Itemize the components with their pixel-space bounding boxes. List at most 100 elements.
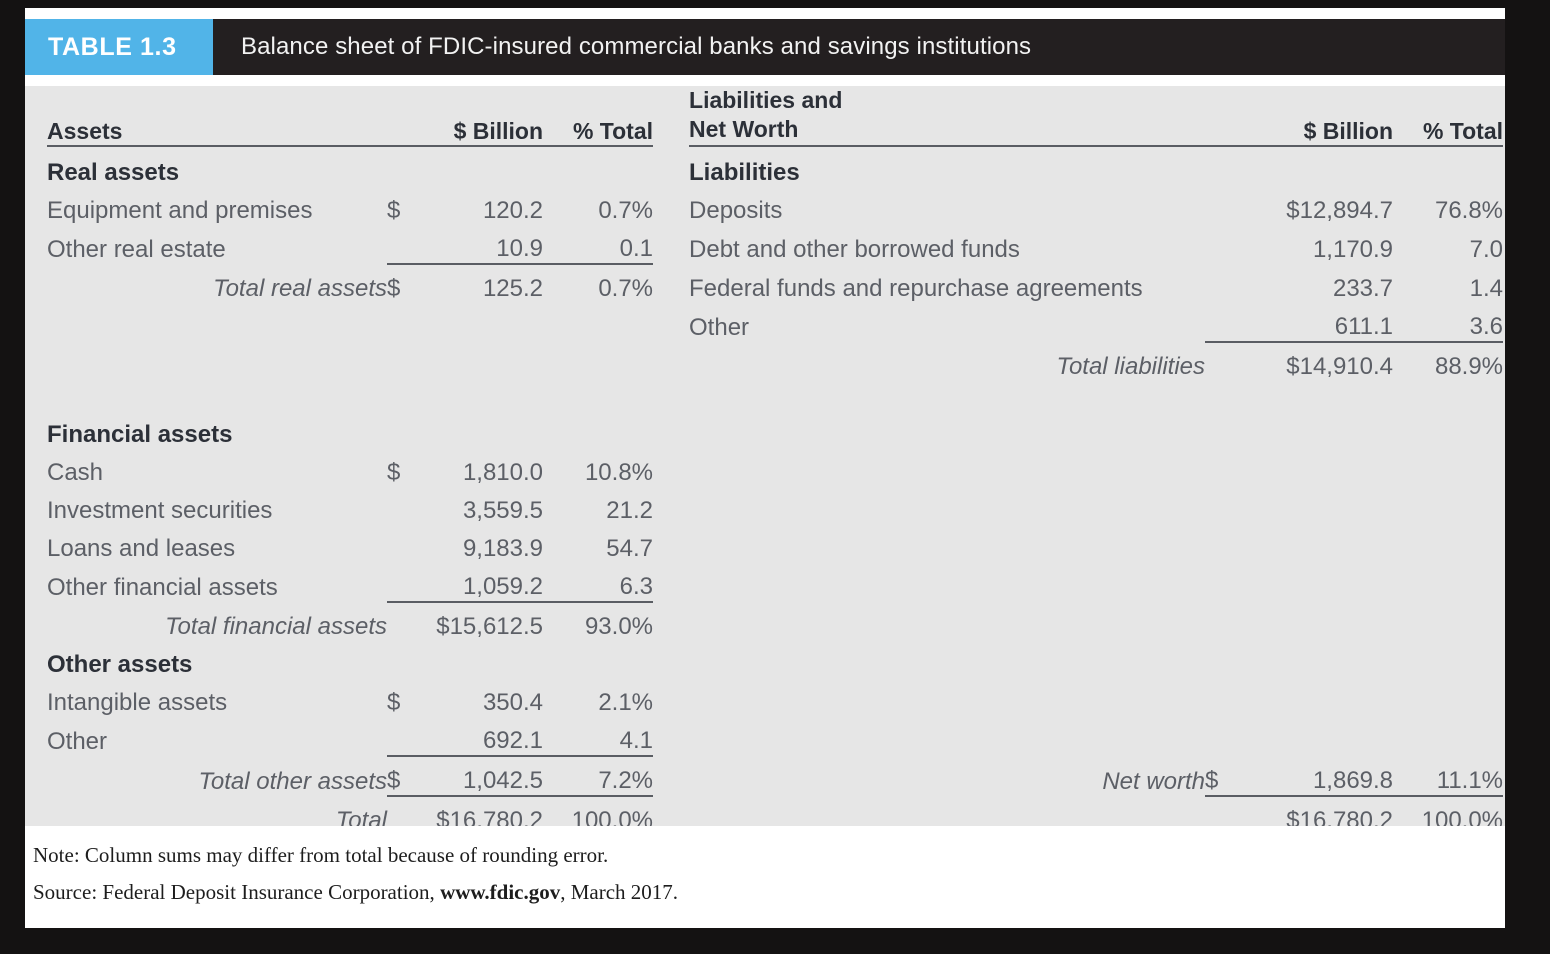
table-row: Loans and leases 9,183.9 54.7: [47, 525, 1503, 563]
empty-cell: [653, 717, 1503, 756]
empty-cell: [1205, 225, 1241, 264]
spacer-row: [47, 381, 1503, 411]
column-gap: [653, 187, 689, 225]
header-gap: [653, 86, 689, 146]
row-label-total-other-assets: Total other assets: [198, 767, 387, 795]
row-value-loans-and-leases: 9,183.9: [462, 534, 544, 562]
row-percent-cash: 10.8%: [584, 458, 654, 486]
row-label-other-assets-item: Other: [47, 727, 108, 755]
section-heading-liabilities: Liabilities: [689, 158, 800, 186]
source-url[interactable]: www.fdic.gov: [440, 880, 560, 904]
row-value-total-liabilities: $14,910.4: [1286, 352, 1394, 380]
row-percent-other-financial-assets: 6.3: [543, 562, 654, 603]
empty-cell: [387, 411, 1503, 449]
table-row: Total real assets $ 125.2 0.7% Federal f…: [47, 264, 1503, 303]
empty-cell: [387, 303, 431, 342]
empty-cell: [1205, 149, 1241, 187]
row-percent-debt-and-other-borrowed-funds: 7.0: [1469, 235, 1504, 263]
row-value-total-real-assets: 125.2: [482, 274, 544, 302]
table-row: Equipment and premises $ 120.2 0.7% Depo…: [47, 187, 1503, 225]
table-row: Other real estate 10.9 0.1 Debt and othe…: [47, 224, 1504, 265]
empty-cell: [653, 602, 1503, 641]
row-value-total-other-assets: 1,042.5: [431, 755, 544, 797]
empty-cell: [47, 303, 387, 342]
table-row: Financial assets: [47, 411, 1503, 449]
row-label-equipment-and-premises: Equipment and premises: [47, 196, 313, 224]
row-value-other-financial-assets: 1,059.2: [431, 562, 544, 603]
row-dollar-other-real-estate: [387, 224, 431, 265]
table-page: TABLE 1.3 Balance sheet of FDIC-insured …: [25, 8, 1505, 928]
outer-frame: TABLE 1.3 Balance sheet of FDIC-insured …: [0, 0, 1550, 954]
column-gap: [653, 264, 689, 303]
empty-cell: [1205, 264, 1241, 303]
table-row: Intangible assets $ 350.4 2.1%: [47, 679, 1503, 717]
empty-cell: [1205, 302, 1242, 343]
empty-cell: [543, 342, 653, 381]
table-row: Total other assets $ 1,042.5 7.2% Net wo…: [47, 755, 1504, 797]
empty-cell: [1393, 149, 1503, 187]
section-heading-real-assets: Real assets: [47, 158, 180, 186]
row-percent-total-liabilities: 88.9%: [1434, 352, 1504, 380]
empty-cell: [431, 303, 543, 342]
row-percent-total-other-assets: 7.2%: [543, 755, 654, 797]
row-value-cash: 1,810.0: [462, 458, 544, 486]
row-label-other-real-estate: Other real estate: [47, 235, 226, 263]
row-dollar-net-worth: $: [1205, 755, 1242, 797]
empty-cell: [653, 487, 1503, 525]
empty-cell: [543, 303, 653, 342]
row-label-loans-and-leases: Loans and leases: [47, 534, 236, 562]
liabilities-percent-header: % Total: [1422, 117, 1504, 144]
row-label-net-worth: Net worth: [1102, 767, 1206, 795]
row-dollar-total-other-assets: $: [387, 755, 431, 797]
table-row: Real assets Liabilities: [47, 149, 1503, 187]
row-dollar-cash: $: [387, 458, 401, 486]
row-label-cash: Cash: [47, 458, 104, 486]
row-value-other-real-estate: 10.9: [431, 224, 544, 265]
row-value-intangible-assets: 350.4: [482, 688, 544, 716]
source-prefix: Source: Federal Deposit Insurance Corpor…: [33, 880, 441, 905]
row-percent-other-assets-item: 4.1: [543, 716, 654, 757]
row-dollar-total-real-assets: $: [387, 274, 401, 302]
row-value-federal-funds-and-repurchase-agreements: 233.7: [1332, 274, 1394, 302]
section-heading-financial-assets: Financial assets: [47, 420, 233, 448]
row-value-other-assets-item: 692.1: [431, 716, 544, 757]
column-gap: [653, 225, 689, 264]
row-label-other-liabilities: Other: [689, 313, 750, 341]
empty-cell: [653, 525, 1503, 563]
row-percent-total-real-assets: 0.7%: [598, 274, 654, 302]
row-value-equipment-and-premises: 120.2: [482, 196, 544, 224]
row-label-federal-funds-and-repurchase-agreements: Federal funds and repurchase agreements: [689, 274, 1143, 302]
spacer-cell: [47, 381, 1503, 411]
table-row: Other 692.1 4.1: [47, 716, 1503, 757]
empty-cell: [387, 602, 431, 641]
row-value-other-liabilities: 611.1: [1241, 302, 1394, 343]
row-percent-intangible-assets: 2.1%: [598, 688, 654, 716]
row-value-deposits: $12,894.7: [1286, 196, 1394, 224]
row-value-total-financial-assets: $15,612.5: [436, 612, 544, 640]
row-dollar-intangible-assets: $: [387, 688, 401, 716]
empty-cell: [653, 449, 1503, 487]
row-label-debt-and-other-borrowed-funds: Debt and other borrowed funds: [689, 235, 1020, 263]
column-header-row: Assets $ Billion % Total Liabilities and…: [47, 86, 1503, 146]
row-label-total-liabilities: Total liabilities: [1056, 352, 1206, 380]
row-percent-total-financial-assets: 93.0%: [584, 612, 654, 640]
row-value-net-worth: 1,869.8: [1241, 755, 1394, 797]
row-label-total-real-assets: Total real assets: [213, 274, 387, 302]
empty-cell: [387, 716, 431, 757]
table-row: Other financial assets 1,059.2 6.3: [47, 562, 1503, 603]
table-row: Total liabilities $14,910.4 88.9%: [47, 342, 1503, 381]
table-row: Cash $ 1,810.0 10.8%: [47, 449, 1503, 487]
row-percent-other-liabilities: 3.6: [1393, 302, 1504, 343]
empty-cell: [387, 487, 431, 525]
row-value-debt-and-other-borrowed-funds: 1,170.9: [1312, 235, 1394, 263]
empty-cell: [387, 641, 1503, 679]
table-footnotes: Note: Column sums may differ from total …: [25, 826, 1505, 928]
empty-cell: [387, 342, 431, 381]
empty-cell: [653, 679, 1503, 717]
table-title: Balance sheet of FDIC-insured commercial…: [241, 33, 1032, 60]
row-label-total-financial-assets: Total financial assets: [165, 612, 387, 640]
source-suffix: , March 2017.: [560, 880, 679, 905]
empty-cell: [387, 525, 431, 563]
column-gap: [653, 342, 689, 381]
balance-sheet-table-body: Assets $ Billion % Total Liabilities and…: [25, 86, 1505, 834]
